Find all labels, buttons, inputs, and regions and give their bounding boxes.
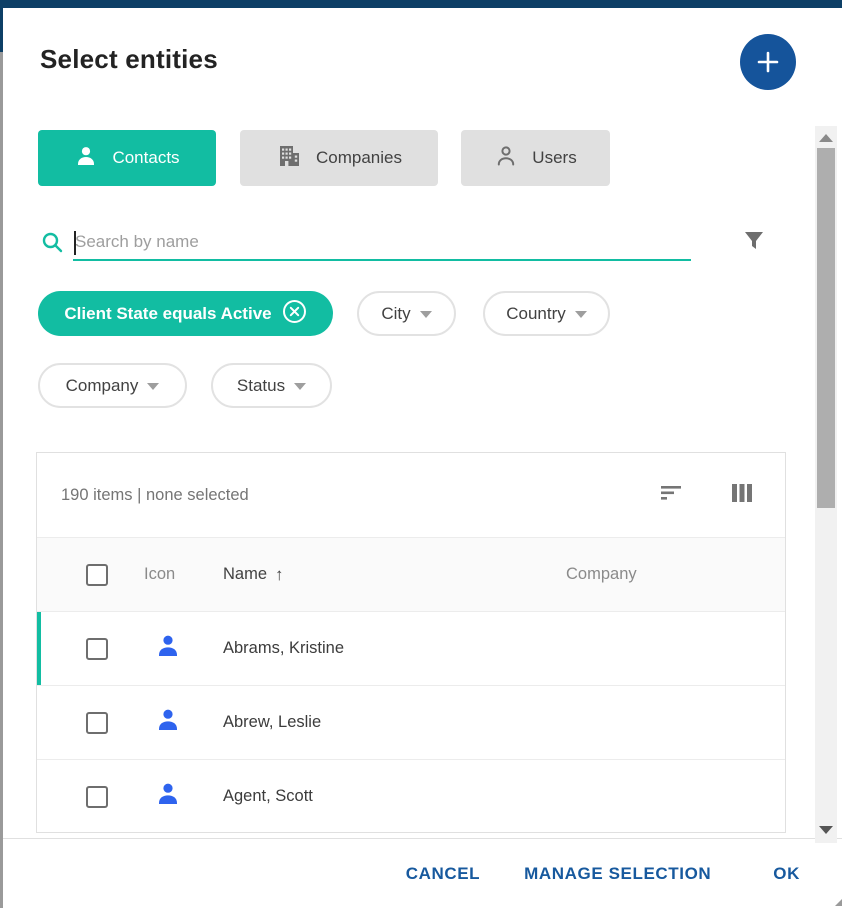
column-header-company[interactable]: Company bbox=[566, 565, 637, 584]
resize-corner-mark bbox=[835, 899, 842, 906]
person-outline-icon bbox=[494, 144, 518, 173]
filter-chip-label: City bbox=[381, 304, 410, 324]
sort-ascending-arrow: ↑ bbox=[275, 565, 284, 585]
row-highlight-bar bbox=[37, 612, 41, 685]
table-row[interactable]: Abrew, Leslie bbox=[37, 685, 785, 759]
select-entities-dialog: Select entities Contacts bbox=[3, 8, 842, 908]
text-cursor bbox=[74, 231, 76, 255]
filter-funnel-icon[interactable] bbox=[741, 228, 767, 259]
plus-icon bbox=[755, 49, 781, 75]
filter-chip-label: Status bbox=[237, 376, 285, 396]
results-table: 190 items | none selected Icon Name ↑ Co… bbox=[36, 452, 786, 833]
dialog-footer: CANCEL MANAGE SELECTION OK bbox=[3, 839, 842, 908]
table-toolbar: 190 items | none selected bbox=[37, 453, 785, 537]
manage-selection-button[interactable]: MANAGE SELECTION bbox=[524, 864, 711, 884]
tab-contacts[interactable]: Contacts bbox=[38, 130, 216, 186]
scroll-up-arrow-icon[interactable] bbox=[819, 134, 833, 142]
vertical-scrollbar[interactable] bbox=[815, 126, 837, 843]
column-header-name[interactable]: Name ↑ bbox=[223, 565, 284, 585]
add-entity-button[interactable] bbox=[740, 34, 796, 90]
select-all-checkbox[interactable] bbox=[86, 564, 108, 586]
row-checkbox[interactable] bbox=[86, 786, 108, 808]
scroll-down-arrow-icon[interactable] bbox=[819, 826, 833, 834]
page-title: Select entities bbox=[40, 44, 218, 75]
row-checkbox[interactable] bbox=[86, 638, 108, 660]
filter-chip-label: Country bbox=[506, 304, 566, 324]
row-checkbox[interactable] bbox=[86, 712, 108, 734]
filter-chip-client-state[interactable]: Client State equals Active bbox=[38, 291, 333, 336]
ok-button[interactable]: OK bbox=[773, 864, 800, 884]
tab-label: Contacts bbox=[112, 148, 179, 168]
person-icon bbox=[74, 144, 98, 173]
filter-chip-company[interactable]: Company bbox=[38, 363, 187, 408]
filter-chip-city[interactable]: City bbox=[357, 291, 456, 336]
column-header-icon: Icon bbox=[144, 565, 175, 584]
table-row[interactable]: Agent, Scott bbox=[37, 759, 785, 833]
contact-person-icon bbox=[154, 632, 182, 665]
building-icon bbox=[276, 143, 302, 174]
table-row[interactable]: Abrams, Kristine bbox=[37, 611, 785, 685]
search-input[interactable] bbox=[73, 225, 691, 261]
chevron-down-icon bbox=[420, 311, 432, 318]
row-name: Agent, Scott bbox=[223, 787, 313, 806]
chevron-down-icon bbox=[575, 311, 587, 318]
filter-chip-label: Client State equals Active bbox=[64, 304, 271, 324]
items-summary: 190 items | none selected bbox=[61, 486, 249, 505]
cancel-button[interactable]: CANCEL bbox=[406, 864, 480, 884]
chevron-down-icon bbox=[147, 383, 159, 390]
circle-x-icon[interactable] bbox=[282, 299, 307, 329]
filter-chip-status[interactable]: Status bbox=[211, 363, 332, 408]
table-header-row: Icon Name ↑ Company bbox=[37, 537, 785, 611]
tab-label: Users bbox=[532, 148, 576, 168]
row-name: Abrams, Kristine bbox=[223, 639, 344, 658]
scrollbar-thumb[interactable] bbox=[817, 148, 835, 508]
sort-icon[interactable] bbox=[659, 481, 683, 510]
search-icon bbox=[40, 230, 65, 260]
columns-icon[interactable] bbox=[731, 481, 753, 510]
row-name: Abrew, Leslie bbox=[223, 713, 321, 732]
filter-chip-country[interactable]: Country bbox=[483, 291, 610, 336]
contact-person-icon bbox=[154, 780, 182, 813]
contact-person-icon bbox=[154, 706, 182, 739]
tab-companies[interactable]: Companies bbox=[240, 130, 438, 186]
filter-chip-label: Company bbox=[66, 376, 139, 396]
background-top-bar bbox=[0, 0, 842, 8]
chevron-down-icon bbox=[294, 383, 306, 390]
tab-users[interactable]: Users bbox=[461, 130, 610, 186]
tab-label: Companies bbox=[316, 148, 402, 168]
